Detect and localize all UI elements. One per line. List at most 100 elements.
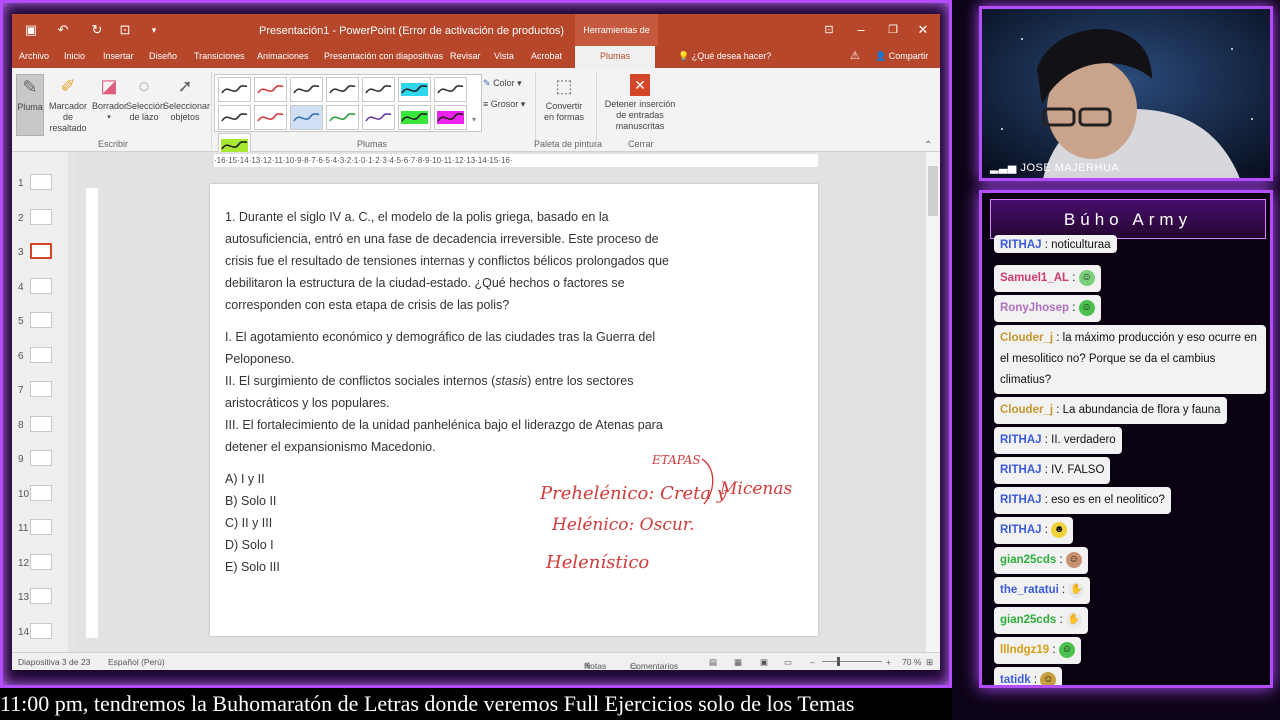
pen-tool-button[interactable]: ✎ Pluma	[16, 74, 44, 136]
zoom-out-icon[interactable]: –	[810, 657, 815, 667]
zoom-level[interactable]: 70 %	[902, 657, 921, 667]
pen-preset[interactable]	[254, 105, 287, 130]
pen-preset[interactable]	[218, 77, 251, 102]
scroll-thumb[interactable]	[928, 166, 938, 216]
tab-archivo[interactable]: Archivo	[19, 51, 49, 61]
eraser-button[interactable]: ◪ Borrador ▾	[92, 74, 128, 123]
context-tab-pen-tools: Herramientas de lápiz	[575, 14, 658, 67]
slide-thumbnail[interactable]: 13	[12, 588, 68, 608]
slide-thumbnail[interactable]: 1	[12, 174, 68, 194]
close-button[interactable]: ✕	[914, 21, 932, 39]
chat-username: tatidk	[1000, 674, 1031, 686]
window-title: Presentación1 - PowerPoint (Error de act…	[259, 25, 565, 37]
lightbulb-icon: 💡	[678, 51, 690, 61]
pen-preset[interactable]	[326, 77, 359, 102]
pen-preset[interactable]	[362, 105, 395, 130]
editor-scrollbar[interactable]	[926, 152, 940, 652]
convert-to-shapes-button[interactable]: ⬚ Convertir en formas	[542, 74, 586, 123]
tab-transiciones[interactable]: Transiciones	[194, 51, 245, 61]
warning-icon[interactable]: ⚠	[850, 49, 860, 62]
ink-annotations[interactable]: ETAPAS Prehelénico: Creta y Micenas Helé…	[540, 454, 810, 604]
tab-plumas[interactable]: Plumas	[575, 46, 656, 68]
slide-preview	[30, 346, 52, 363]
pen-preset[interactable]	[398, 105, 431, 130]
person-icon: 👤	[875, 51, 887, 61]
tab-acrobat[interactable]: Acrobat	[531, 51, 562, 61]
language-indicator[interactable]: Español (Perú)	[108, 657, 165, 667]
highlighter-button[interactable]: ✐ Marcador de resaltado	[46, 74, 90, 134]
question-line: crisis fue el resultado de tensiones int…	[225, 254, 670, 268]
tab-presentacion[interactable]: Presentación con diapositivas	[324, 51, 443, 61]
tab-insertar[interactable]: Insertar	[103, 51, 134, 61]
slide-thumbnail[interactable]: 7	[12, 381, 68, 401]
thickness-button[interactable]: ≡ Grosor ▾	[483, 99, 525, 110]
pen-stroke-icon	[221, 85, 248, 94]
thumbnail-scrollbar[interactable]	[68, 152, 76, 652]
zoom-slider-thumb[interactable]	[837, 657, 840, 666]
slide-sorter-icon[interactable]: ▦	[734, 657, 742, 668]
tab-vista[interactable]: Vista	[494, 51, 514, 61]
stop-inking-button[interactable]: ✕ Detener inserción de entradas manuscri…	[600, 74, 680, 132]
tab-inicio[interactable]: Inicio	[64, 51, 85, 61]
slide-thumbnail[interactable]: 14	[12, 622, 68, 643]
start-presentation-icon[interactable]: ⊡	[116, 21, 134, 39]
reading-view-icon[interactable]: ▣	[760, 657, 768, 668]
tab-revisar[interactable]: Revisar	[450, 51, 481, 61]
pen-preset[interactable]	[290, 77, 323, 102]
thickness-label: Grosor	[490, 99, 519, 109]
slide-thumbnail[interactable]: 12	[12, 553, 68, 574]
lasso-select-button[interactable]: ◌ Selección de lazo	[126, 74, 165, 123]
gallery-more-icon[interactable]: ▾	[472, 115, 476, 124]
restore-button[interactable]: ❐	[884, 21, 902, 39]
slide-thumbnail[interactable]: 2	[12, 208, 68, 229]
tell-me-search[interactable]: 💡 ¿Qué desea hacer?	[678, 51, 771, 62]
slide-number: 14	[18, 626, 30, 638]
slide-thumbnail[interactable]: 6	[12, 346, 68, 367]
pen-preset[interactable]	[362, 77, 395, 102]
pen-stroke-icon	[365, 85, 392, 94]
fit-slide-icon[interactable]: ⊞	[926, 657, 933, 668]
select-objects-button[interactable]: ➚ Seleccionar objetos	[163, 74, 210, 123]
pen-preset[interactable]	[326, 105, 359, 130]
question-line: autosuficiencia, entró en una fase de de…	[225, 232, 659, 246]
slide-preview	[30, 484, 52, 501]
tab-diseno[interactable]: Diseño	[149, 51, 177, 61]
normal-view-icon[interactable]: ▤	[709, 657, 717, 668]
stop-inking-label: Detener inserción de entradas manuscrita…	[604, 99, 676, 131]
tab-animaciones[interactable]: Animaciones	[257, 51, 309, 61]
pen-preset[interactable]	[434, 77, 467, 102]
undo-icon[interactable]: ↶	[54, 21, 72, 39]
pen-icon: ✎	[22, 77, 38, 97]
slide-thumbnail[interactable]: 5	[12, 312, 68, 332]
zoom-in-icon[interactable]: +	[886, 657, 891, 667]
minimize-button[interactable]: –	[852, 21, 870, 39]
redo-icon[interactable]: ↻	[88, 21, 106, 39]
pen-preset[interactable]	[218, 105, 251, 130]
zoom-slider[interactable]	[822, 661, 882, 662]
chat-text: II. verdadero	[1051, 434, 1116, 446]
slideshow-icon[interactable]: ▭	[784, 657, 792, 668]
save-icon[interactable]: ▣	[22, 21, 40, 39]
pen-preset[interactable]	[398, 77, 431, 102]
slide-thumbnail[interactable]: 4	[12, 277, 68, 298]
slide-thumbnail[interactable]: 8	[12, 415, 68, 436]
slide-thumbnail[interactable]: 9	[12, 450, 68, 470]
pen-stroke-icon	[329, 113, 356, 122]
ribbon-display-icon[interactable]: ⊡	[820, 21, 838, 39]
stop-inking-icon: ✕	[630, 74, 650, 96]
share-button[interactable]: 👤 Compartir	[875, 51, 928, 62]
pen-stroke-icon	[437, 85, 464, 94]
slide-thumbnail[interactable]: 11	[12, 519, 68, 539]
slide-canvas[interactable]: 1. Durante el siglo IV a. C., el modelo …	[210, 184, 818, 636]
customize-qat-icon[interactable]: ▾	[145, 21, 163, 39]
color-button[interactable]: ✎ Color ▾	[483, 78, 522, 89]
pen-preset[interactable]	[434, 105, 467, 130]
pen-preset[interactable]	[254, 77, 287, 102]
slide-number: 7	[18, 385, 24, 396]
emote-icon: ☻	[1051, 521, 1068, 538]
slide-thumbnail[interactable]: 10	[12, 484, 68, 505]
eraser-label: Borrador	[92, 101, 128, 111]
pen-preset[interactable]	[290, 105, 323, 130]
slide-thumbnail[interactable]: 3	[12, 243, 68, 263]
collapse-ribbon-icon[interactable]: ⌃	[924, 140, 932, 151]
